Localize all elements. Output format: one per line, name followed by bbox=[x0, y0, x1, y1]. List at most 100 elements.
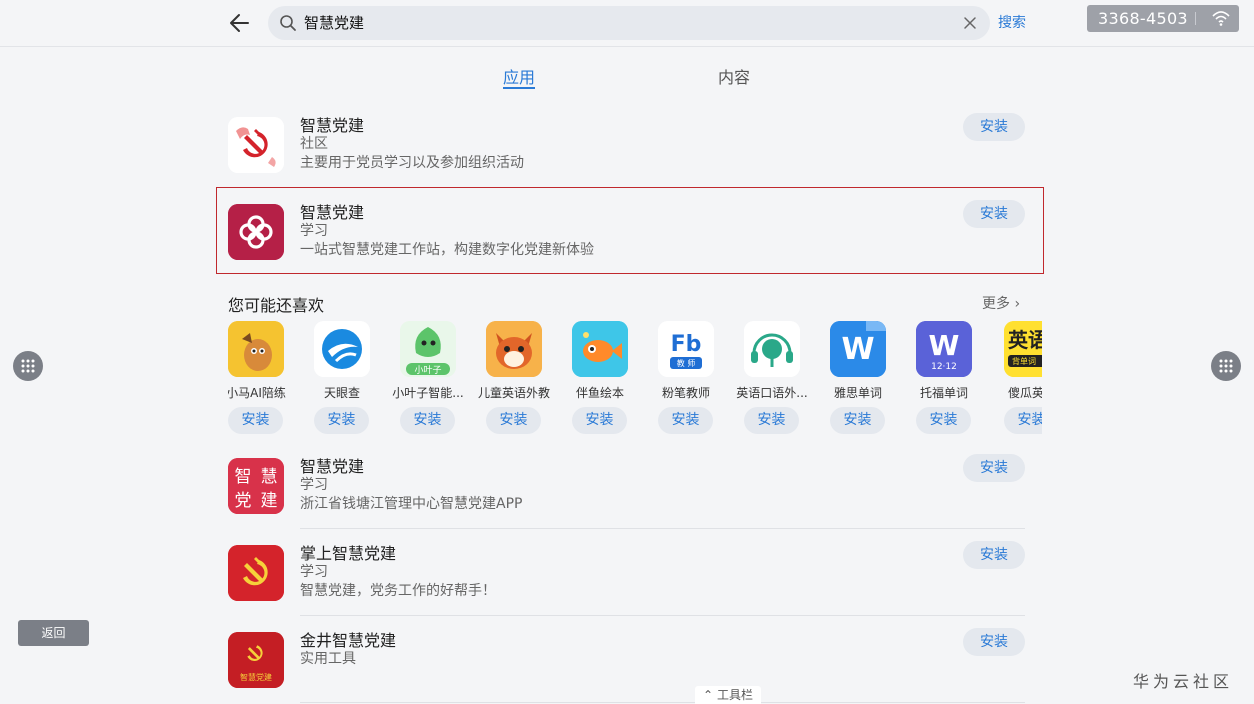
install-button[interactable]: 安装 bbox=[963, 113, 1025, 141]
tab-apps[interactable]: 应用 bbox=[503, 64, 535, 88]
app-category: 学习 bbox=[300, 223, 328, 239]
install-button[interactable]: 安装 bbox=[486, 407, 541, 434]
recommend-name: 粉笔教师 bbox=[661, 386, 710, 400]
shagua-english-app-icon: 英语 背单词 bbox=[1004, 321, 1042, 377]
jinjing-party-app-icon: 智慧党建 bbox=[228, 632, 284, 688]
icon-label: 教 师 bbox=[677, 358, 696, 368]
left-apps-grid-button[interactable] bbox=[13, 351, 43, 381]
recommend-name: 雅思单词 bbox=[833, 386, 882, 400]
recommend-item[interactable]: 天眼查 安装 bbox=[314, 320, 398, 435]
search-box[interactable]: 智慧党建 bbox=[268, 6, 990, 40]
recommend-item[interactable]: 小叶子 小叶子智能... 安装 bbox=[392, 320, 484, 435]
tree-headphone-app-icon bbox=[744, 321, 800, 377]
recommend-name: 小马AI陪练 bbox=[228, 386, 286, 400]
recommend-item[interactable]: 伴鱼绘本 安装 bbox=[572, 320, 656, 435]
app-category: 学习 bbox=[300, 477, 328, 493]
party-emblem-app-icon bbox=[228, 117, 284, 173]
install-button[interactable]: 安装 bbox=[658, 407, 713, 434]
install-button[interactable]: 安装 bbox=[314, 407, 369, 434]
chevron-up-icon: ⌃ bbox=[703, 688, 714, 702]
recommend-name: 英语口语外... bbox=[736, 386, 808, 400]
back-arrow-icon[interactable] bbox=[226, 9, 254, 37]
app-category: 实用工具 bbox=[300, 651, 356, 667]
fish-app-icon bbox=[572, 321, 628, 377]
install-button[interactable]: 安装 bbox=[963, 200, 1025, 228]
right-apps-grid-button[interactable] bbox=[1211, 351, 1241, 381]
chevron-right-icon: › bbox=[1014, 296, 1021, 312]
return-button[interactable]: 返回 bbox=[18, 620, 89, 646]
icon-label: 慧 bbox=[261, 467, 278, 487]
install-button[interactable]: 安装 bbox=[1004, 407, 1042, 434]
search-button[interactable]: 搜索 bbox=[998, 12, 1026, 32]
toolbar-label: 工具栏 bbox=[716, 688, 753, 702]
install-button[interactable]: 安装 bbox=[572, 407, 627, 434]
status-divider bbox=[1195, 12, 1196, 25]
recommend-name: 傻瓜英语 bbox=[1007, 386, 1042, 400]
recommend-title: 您可能还喜欢 bbox=[228, 296, 325, 315]
tianyancha-app-icon bbox=[314, 321, 370, 377]
icon-label: 建 bbox=[261, 491, 278, 511]
ielts-word-app-icon: W bbox=[830, 321, 886, 377]
install-button[interactable]: 安装 bbox=[963, 541, 1025, 569]
app-description: 浙江省钱塘江管理中心智慧党建APP bbox=[300, 496, 523, 512]
icon-label: 党 bbox=[235, 491, 252, 511]
unicom-knot-app-icon bbox=[228, 204, 284, 260]
recommend-item[interactable]: 小马AI陪练 安装 bbox=[228, 320, 312, 435]
row-divider bbox=[300, 702, 1025, 703]
app-category: 学习 bbox=[300, 564, 328, 580]
icon-label: 背单词 bbox=[1012, 356, 1036, 366]
party-emblem-red-app-icon bbox=[228, 545, 284, 601]
icon-label: W bbox=[841, 332, 874, 367]
grid-icon bbox=[1219, 359, 1233, 373]
watermark: 华为云社区 bbox=[1133, 672, 1234, 691]
icon-label: W bbox=[929, 329, 960, 362]
app-result-row[interactable]: 掌上智慧党建 学习 智慧党建，党务工作的好帮手！ 安装 bbox=[228, 541, 1025, 601]
install-button[interactable]: 安装 bbox=[963, 628, 1025, 656]
grid-icon bbox=[21, 359, 35, 373]
horse-app-icon bbox=[228, 321, 284, 377]
icon-label: 智慧党建 bbox=[240, 672, 272, 682]
icon-label: Fb bbox=[671, 332, 702, 357]
more-link[interactable]: 更多 › bbox=[982, 293, 1020, 313]
icon-label: 12·12 bbox=[931, 362, 957, 372]
recommend-item[interactable]: 儿童英语外教 安装 bbox=[478, 320, 570, 435]
app-result-row[interactable]: 智慧党建 社区 主要用于党员学习以及参加组织活动 安装 bbox=[228, 113, 1025, 173]
tab-content[interactable]: 内容 bbox=[718, 64, 750, 88]
install-button[interactable]: 安装 bbox=[916, 407, 971, 434]
top-bar: 智慧党建 搜索 3368-4503 bbox=[0, 0, 1254, 47]
status-chip: 3368-4503 bbox=[1087, 5, 1239, 32]
recommend-item[interactable]: W 12·12 托福单词 安装 bbox=[916, 320, 1000, 435]
fox-app-icon bbox=[486, 321, 542, 377]
clear-icon[interactable] bbox=[962, 15, 978, 31]
device-number: 3368-4503 bbox=[1098, 9, 1188, 28]
icon-label: 小叶子 bbox=[414, 365, 441, 376]
xiaoyezi-app-icon: 小叶子 bbox=[400, 321, 456, 377]
recommend-item[interactable]: Fb 教 师 粉笔教师 安装 bbox=[658, 320, 742, 435]
icon-label: 智 bbox=[235, 467, 252, 487]
app-result-row[interactable]: 智慧党建 学习 一站式智慧党建工作站，构建数字化党建新体验 安装 bbox=[228, 200, 1025, 260]
wifi-icon bbox=[1212, 11, 1230, 26]
install-button[interactable]: 安装 bbox=[228, 407, 283, 434]
app-result-row[interactable]: 智慧党建 金井智慧党建 实用工具 安装 bbox=[228, 628, 1025, 688]
recommend-name: 天眼查 bbox=[323, 386, 360, 400]
recommend-item[interactable]: 英语口语外... 安装 bbox=[736, 320, 828, 435]
app-description: 一站式智慧党建工作站，构建数字化党建新体验 bbox=[300, 242, 594, 258]
recommend-name: 小叶子智能... bbox=[392, 386, 464, 400]
install-button[interactable]: 安装 bbox=[830, 407, 885, 434]
app-result-row[interactable]: 智 慧 党 建 智慧党建 学习 浙江省钱塘江管理中心智慧党建APP 安装 bbox=[228, 454, 1025, 514]
recommend-name: 伴鱼绘本 bbox=[575, 386, 624, 400]
recommend-name: 托福单词 bbox=[919, 386, 968, 400]
recommend-strip[interactable]: 小马AI陪练 安装 天眼查 安装 小叶子 小叶子智能... 安装 儿童英语外教 … bbox=[228, 320, 1042, 435]
zhihui-dangjian-grid-app-icon: 智 慧 党 建 bbox=[228, 458, 284, 514]
install-button[interactable]: 安装 bbox=[744, 407, 799, 434]
app-category: 社区 bbox=[300, 136, 328, 152]
recommend-item[interactable]: W 雅思单词 安装 bbox=[830, 320, 914, 435]
fenbi-app-icon: Fb 教 师 bbox=[658, 321, 714, 377]
toolbar-toggle[interactable]: ⌃ 工具栏 bbox=[695, 686, 761, 704]
install-button[interactable]: 安装 bbox=[963, 454, 1025, 482]
install-button[interactable]: 安装 bbox=[400, 407, 455, 434]
recommend-item[interactable]: 英语 背单词 傻瓜英语 安装 bbox=[1004, 320, 1042, 435]
search-input[interactable]: 智慧党建 bbox=[304, 12, 364, 34]
recommend-name: 儿童英语外教 bbox=[477, 386, 550, 400]
more-label: 更多 bbox=[982, 296, 1010, 312]
